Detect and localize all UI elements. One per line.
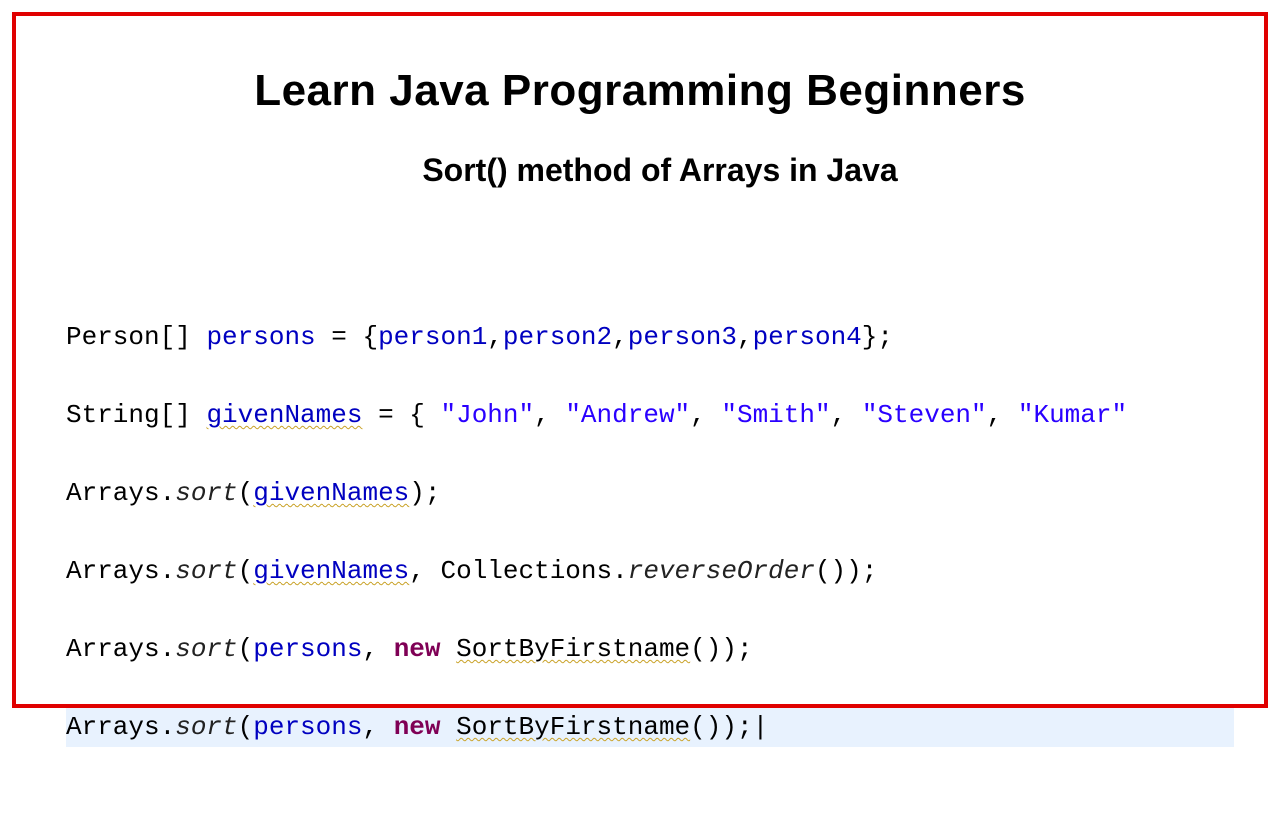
code-block: Person[] persons = {person1,person2,pers…: [46, 279, 1234, 825]
page-subtitle: Sort() method of Arrays in Java: [46, 152, 1234, 189]
slide-frame: Learn Java Programming Beginners Sort() …: [12, 12, 1268, 708]
code-line-4: Arrays.sort(givenNames, Collections.reve…: [66, 552, 1234, 591]
code-line-1: Person[] persons = {person1,person2,pers…: [66, 318, 1234, 357]
code-line-2: String[] givenNames = { "John", "Andrew"…: [66, 396, 1234, 435]
page-title: Learn Java Programming Beginners: [46, 66, 1234, 116]
text-cursor: |: [753, 712, 769, 742]
code-line-5: Arrays.sort(persons, new SortByFirstname…: [66, 630, 1234, 669]
code-line-3: Arrays.sort(givenNames);: [66, 474, 1234, 513]
code-line-6: Arrays.sort(persons, new SortByFirstname…: [66, 708, 1234, 747]
